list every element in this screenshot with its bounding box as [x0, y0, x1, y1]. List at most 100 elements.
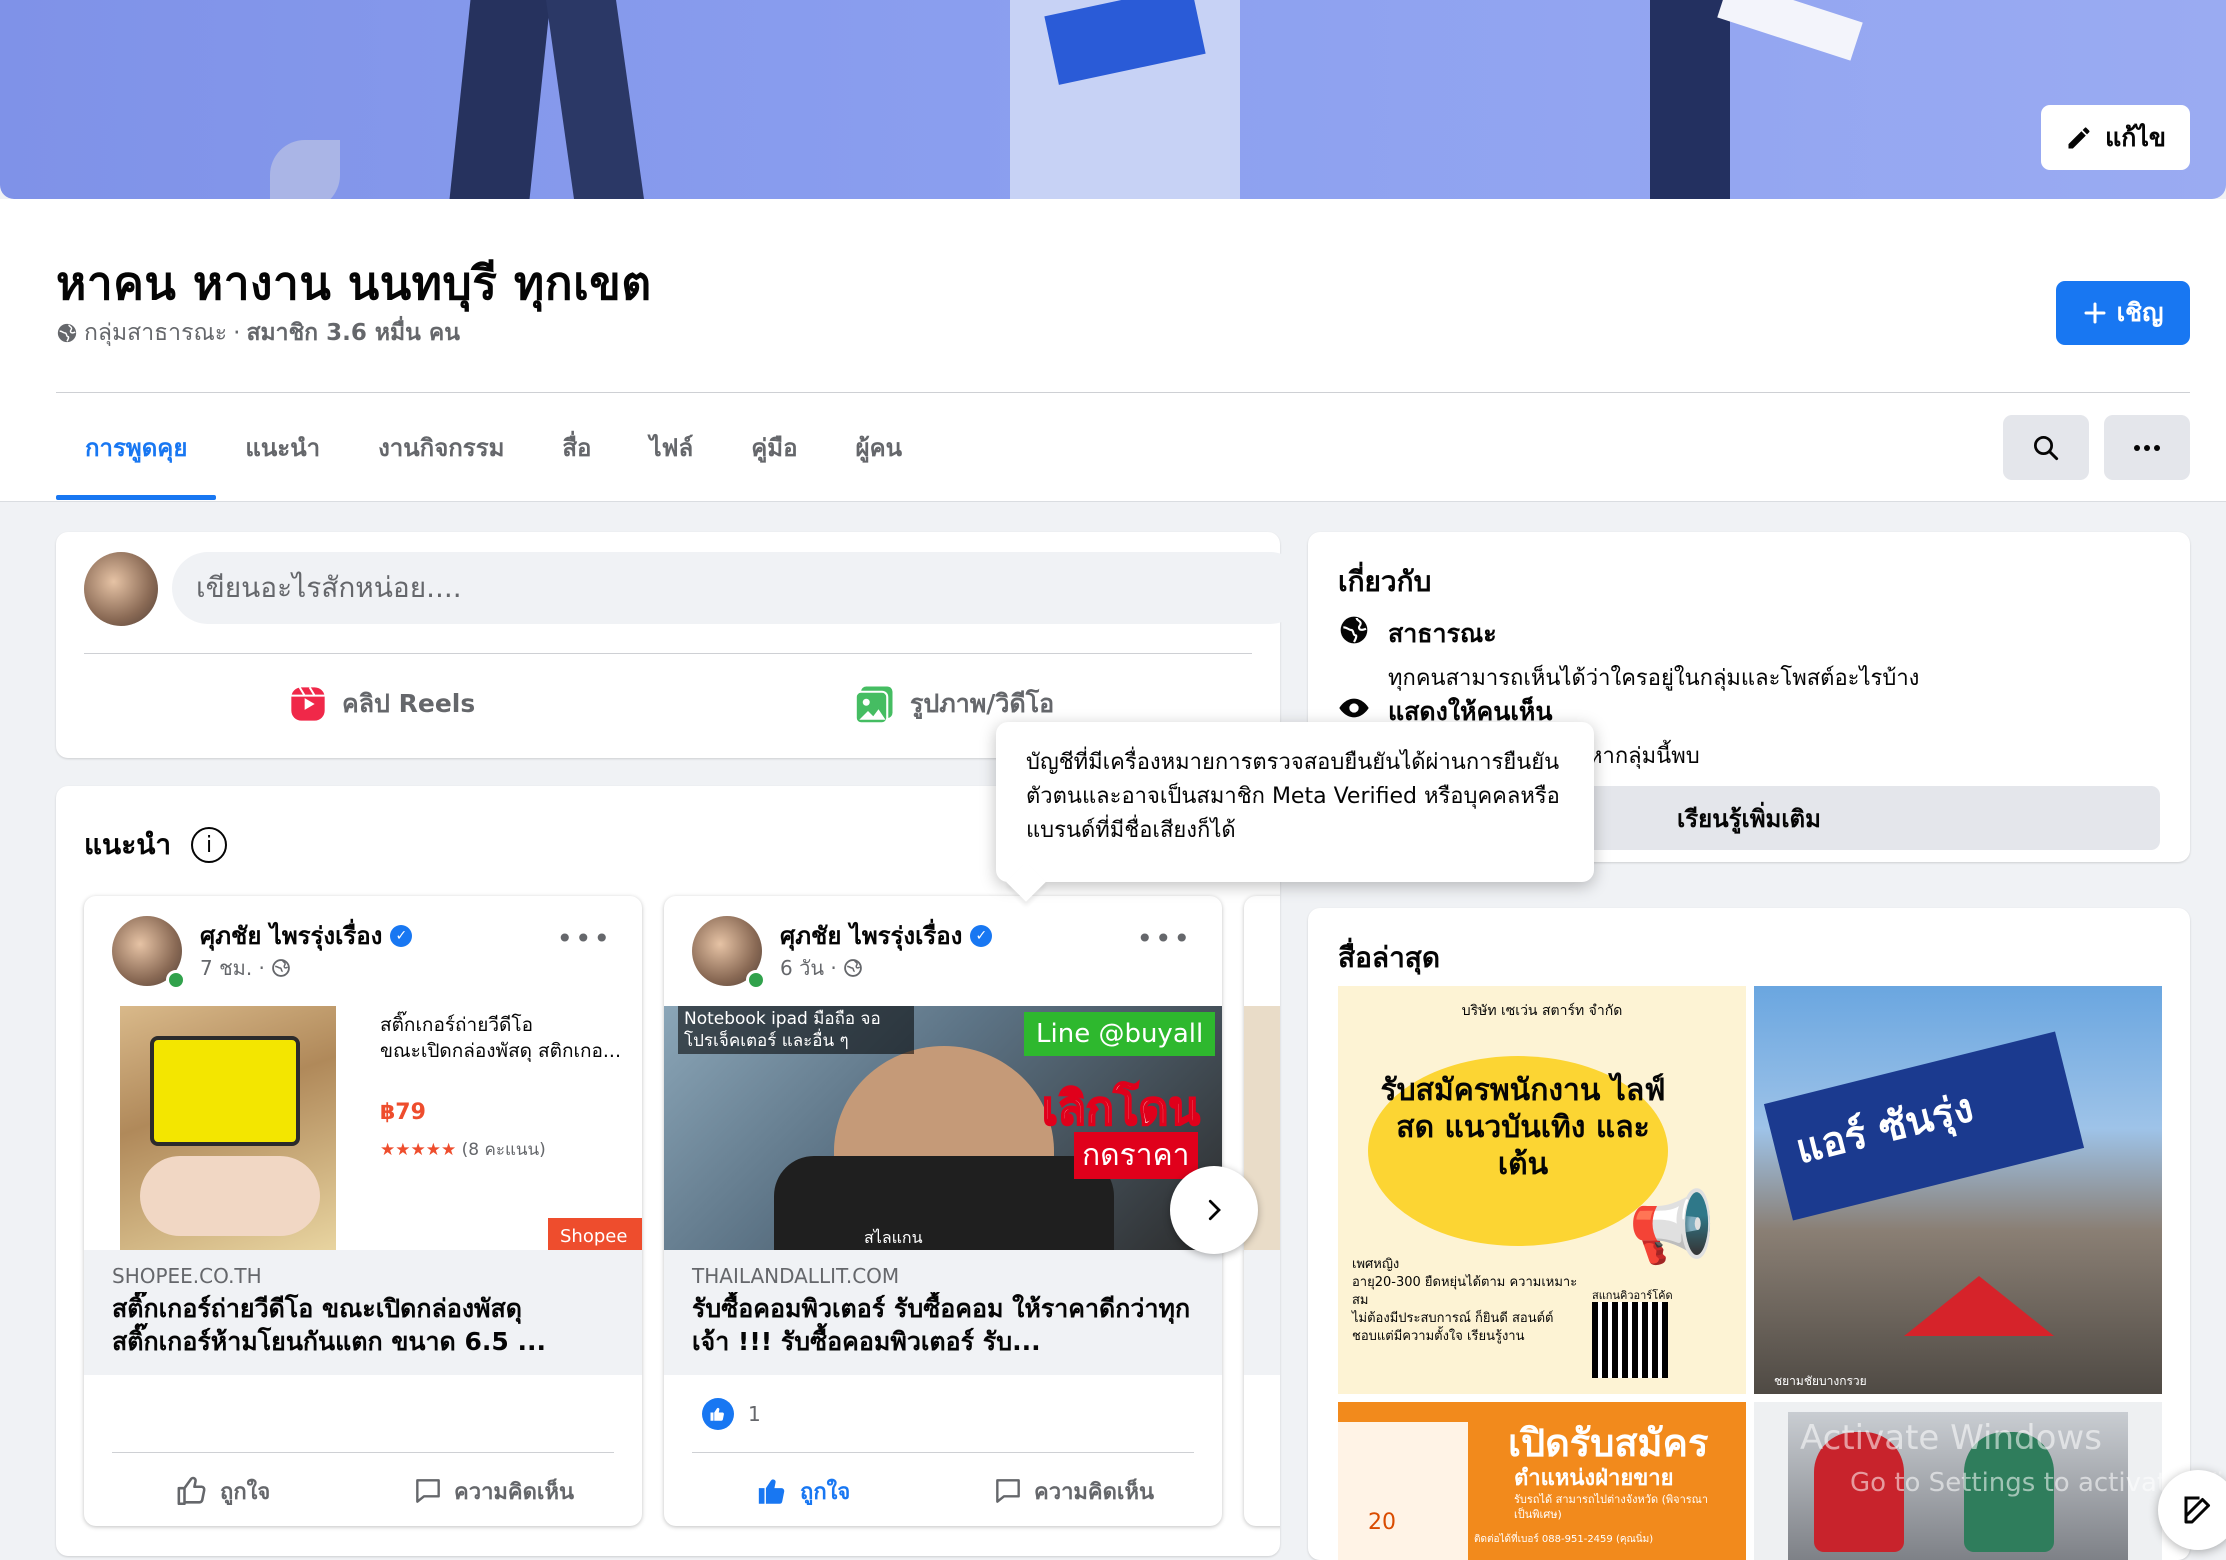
post-divider [112, 1452, 614, 1453]
search-button[interactable] [2003, 415, 2089, 480]
media-thumbnail[interactable]: 20 เปิดรับสมัคร ตำแหน่งฝ่ายขาย รับรถได้ … [1338, 1402, 1746, 1560]
megaphone-icon: 📢 [1628, 1186, 1716, 1268]
video-thumbnail[interactable]: Notebook ipad มือถือ จอ โปรเจ็คเตอร์ และ… [664, 1006, 1222, 1250]
featured-title: แนะนำ i [84, 823, 228, 867]
invite-button[interactable]: เชิญ [2056, 281, 2190, 345]
thumb-bullets: เพศหญิง อายุ20-300 ยืดหยุ่นได้ตาม ความเห… [1352, 1256, 1582, 1346]
info-icon[interactable]: i [191, 827, 228, 863]
invite-label: เชิญ [2116, 298, 2164, 327]
online-status-dot [746, 970, 766, 990]
reaction-summary[interactable]: 1 [702, 1398, 761, 1430]
post-author[interactable]: ศุภชัย ไพรรุ่งเรื่อง ✓ [780, 916, 993, 955]
like-reaction-icon [702, 1398, 734, 1430]
link-title: สติ๊กเกอร์ถ่ายวีดีโอ ขณะเปิดกล่องพัสดุ ส… [112, 1294, 546, 1356]
link-title: รับซื้อคอมพิวเตอร์ รับซื้อคอม ให้ราคาดีก… [692, 1294, 1191, 1356]
cover-figure-leg [449, 0, 551, 199]
plus-icon [2084, 302, 2106, 324]
thumb-badge: 20 [1368, 1510, 1396, 1535]
link-domain: SHOPEE.CO.TH [112, 1264, 262, 1288]
comment-button[interactable]: ความคิดเห็น [412, 1466, 574, 1516]
post-author[interactable]: ศุภชัย ไพรรุ่งเรื่อง ✓ [200, 916, 413, 955]
user-avatar[interactable] [84, 552, 158, 626]
pencil-icon [2068, 126, 2090, 148]
verified-badge-icon[interactable]: ✓ [390, 924, 413, 947]
tab-files[interactable]: ไฟล์ [620, 395, 722, 500]
post-time-text[interactable]: 7 ชม. · [200, 952, 265, 984]
cover-figure-leg [546, 0, 644, 199]
verified-tooltip: บัญชีที่มีเครื่องหมายการตรวจสอบยืนยันได้… [996, 722, 1594, 882]
activate-windows-title: Activate Windows [1800, 1418, 2102, 1458]
link-preview[interactable]: THAILANDALLIT.COM รับซื้อคอมพิวเตอร์ รับ… [664, 1250, 1222, 1375]
reels-button[interactable]: คลิป Reels [288, 674, 475, 734]
media-thumbnail[interactable]: บริษัท เซเว่น สตาร์ท จำกัด รับสมัครพนักง… [1338, 986, 1746, 1394]
group-members[interactable]: สมาชิก 3.6 หมื่น คน [246, 315, 460, 351]
thumb-contact: ติดต่อได้ที่เบอร์ 088-951-2459 (คุณนิ่ม) [1474, 1534, 1654, 1545]
cover-leaf [270, 140, 340, 199]
about-public-desc: ทุกคนสามารถเห็นได้ว่าใครอยู่ในกลุ่มและโพ… [1388, 666, 1920, 691]
tab-people[interactable]: ผู้คน [827, 395, 932, 500]
edit-cover-label: แก้ไข [2105, 122, 2166, 152]
post-time: 7 ชม. · [200, 952, 291, 984]
cover-figure-leg [1650, 0, 1730, 199]
qr-code [1592, 1302, 1668, 1378]
tab-featured[interactable]: แนะนำ [216, 395, 349, 500]
group-privacy[interactable]: กลุ่มสาธารณะ [84, 315, 227, 351]
comment-icon [996, 1479, 1020, 1503]
product-rating: ★★★★★ (8 คะแนน) [380, 1136, 546, 1163]
featured-post: ศุภชัย ไพรรุ่งเรื่อง ✓ 6 วัน · ••• Noteb… [664, 896, 1222, 1526]
thumb-headline: รับสมัครพนักงาน ไลฟ์สด แนวบันเทิง และเต้… [1380, 1073, 1666, 1182]
comment-label: ความคิดเห็น [1034, 1479, 1154, 1505]
media-thumbnail[interactable]: แอร์ ซันรุ่ง ชยามชัยบางกรวย [1754, 986, 2162, 1394]
recent-media-section: สื่อล่าสุด บริษัท เซเว่น สตาร์ท จำกัด รั… [1308, 908, 2190, 1560]
tab-events[interactable]: งานกิจกรรม [349, 395, 533, 500]
video-overlay-sub: กดราคา [1074, 1132, 1198, 1179]
video-overlay-line: Line @buyall [1024, 1012, 1216, 1056]
thumb-bullet: เพศหญิง [1352, 1257, 1400, 1272]
like-button[interactable]: ถูกใจ [176, 1466, 270, 1516]
more-dots-icon [2134, 444, 2160, 451]
link-preview[interactable]: SHOPEE.CO.TH สติ๊กเกอร์ถ่ายวีดีโอ ขณะเปิ… [84, 1250, 642, 1375]
verified-badge-icon[interactable]: ✓ [970, 924, 993, 947]
thumb-caption: ชยามชัยบางกรวย [1774, 1374, 1867, 1388]
product-preview[interactable]: สติ๊กเกอร์ถ่ายวีดีโอ ขณะเปิดกล่องพัสดุ ส… [84, 1006, 642, 1250]
tape-roll-image [150, 1036, 300, 1146]
carousel-next-button[interactable] [1170, 1166, 1258, 1254]
thumbs-up-filled-icon [758, 1479, 785, 1504]
post-more-icon[interactable]: ••• [556, 922, 612, 955]
product-desc-line1: สติ๊กเกอร์ถ่ายวีดีโอ [380, 1014, 533, 1036]
about-public: สาธารณะ ทุกคนสามารถเห็นได้ว่าใครอยู่ในกล… [1338, 614, 1919, 695]
about-public-title: สาธารณะ [1388, 619, 1497, 648]
comment-button[interactable]: ความคิดเห็น [992, 1466, 1154, 1516]
tab-media[interactable]: สื่อ [533, 395, 620, 500]
post-more-icon[interactable]: ••• [1136, 922, 1192, 955]
hand-image [140, 1156, 320, 1236]
link-domain: THAILANDALLIT.COM [692, 1264, 900, 1288]
header-divider [56, 392, 2190, 393]
recent-media-title: สื่อล่าสุด [1338, 941, 1441, 974]
product-desc: สติ๊กเกอร์ถ่ายวีดีโอ ขณะเปิดกล่องพัสดุ ส… [380, 1012, 621, 1064]
reels-icon [291, 686, 325, 721]
edit-cover-button[interactable]: แก้ไข [2041, 105, 2190, 170]
like-label: ถูกใจ [800, 1479, 851, 1505]
like-button[interactable]: ถูกใจ [756, 1466, 850, 1516]
post-time: 6 วัน · [780, 952, 863, 984]
post-divider [692, 1452, 1194, 1453]
post-time-text[interactable]: 6 วัน · [780, 952, 837, 984]
tent-shape [1904, 1276, 2054, 1336]
tab-discussion[interactable]: การพูดคุย [56, 395, 217, 500]
meta-separator: · [233, 320, 241, 346]
group-name[interactable]: หาคน หางาน นนทบุรี ทุกเขต [56, 247, 652, 320]
more-options-button[interactable] [2104, 415, 2190, 480]
composer-input[interactable]: เขียนอะไรสักหน่อย.... [172, 552, 1306, 624]
eye-icon [1339, 698, 1369, 718]
online-status-dot [166, 970, 186, 990]
compose-icon [2184, 1496, 2210, 1524]
tab-guides[interactable]: คู่มือ [722, 395, 826, 500]
product-price: ฿79 [380, 1100, 426, 1125]
chevron-right-icon [1208, 1199, 1221, 1221]
product-image [120, 1006, 336, 1250]
group-meta: กลุ่มสาธารณะ · สมาชิก 3.6 หมื่น คน [56, 315, 460, 351]
comment-icon [416, 1479, 440, 1503]
globe-icon [272, 959, 290, 977]
search-icon [2034, 435, 2059, 460]
